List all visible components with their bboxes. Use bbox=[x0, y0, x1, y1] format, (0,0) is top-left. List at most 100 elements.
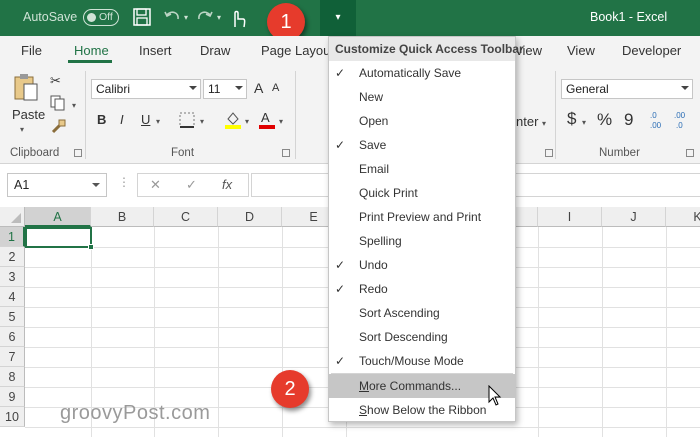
menu-item-print-preview[interactable]: Print Preview and Print bbox=[329, 205, 515, 229]
check-icon: ✓ bbox=[335, 282, 346, 296]
number-group-label: Number bbox=[599, 147, 640, 159]
row-header-7[interactable]: 7 bbox=[0, 347, 25, 367]
decrease-decimal-icon[interactable]: .00.0 bbox=[674, 110, 692, 133]
font-color-dropdown-icon[interactable]: ▾ bbox=[279, 117, 283, 126]
menu-item-email[interactable]: Email bbox=[329, 157, 515, 181]
font-launcher-icon[interactable] bbox=[282, 149, 290, 157]
menu-item-label: Print Preview and Print bbox=[359, 210, 482, 224]
check-icon: ✓ bbox=[335, 66, 346, 80]
bold-button[interactable]: B bbox=[97, 112, 106, 127]
borders-icon[interactable] bbox=[178, 111, 196, 132]
name-box[interactable]: A1 bbox=[7, 173, 107, 197]
menu-item-label: New bbox=[359, 90, 384, 104]
check-icon: ✓ bbox=[335, 258, 346, 272]
menu-item-spelling[interactable]: Spelling bbox=[329, 229, 515, 253]
menu-item-touch-mouse-mode[interactable]: ✓ Touch/Mouse Mode bbox=[329, 349, 515, 373]
format-painter-icon[interactable] bbox=[50, 119, 66, 138]
currency-button[interactable]: $ bbox=[567, 109, 576, 129]
row-header-4[interactable]: 4 bbox=[0, 287, 25, 307]
group-separator bbox=[85, 71, 86, 159]
underline-dropdown-icon[interactable]: ▾ bbox=[156, 117, 160, 126]
column-header-b[interactable]: B bbox=[91, 207, 154, 227]
copy-dropdown-icon[interactable]: ▾ bbox=[72, 101, 76, 110]
fill-color-dropdown-icon[interactable]: ▾ bbox=[245, 117, 249, 126]
redo-icon[interactable] bbox=[195, 7, 215, 29]
tab-view[interactable]: View bbox=[567, 43, 595, 58]
menu-item-open[interactable]: Open bbox=[329, 109, 515, 133]
customize-qat-button[interactable]: ▾ bbox=[320, 0, 356, 36]
paste-dropdown-icon[interactable]: ▾ bbox=[20, 125, 24, 134]
italic-button[interactable]: I bbox=[120, 112, 124, 127]
row-header-9[interactable]: 9 bbox=[0, 387, 25, 407]
column-header-j[interactable]: J bbox=[602, 207, 666, 227]
row-header-5[interactable]: 5 bbox=[0, 307, 25, 327]
name-box-value: A1 bbox=[14, 178, 30, 192]
font-color-icon[interactable]: A bbox=[258, 109, 276, 132]
fill-color-icon[interactable] bbox=[224, 109, 242, 132]
font-group-label: Font bbox=[171, 147, 195, 159]
clipboard-launcher-icon[interactable] bbox=[74, 149, 82, 157]
undo-dropdown-icon[interactable]: ▾ bbox=[184, 13, 188, 22]
row-header-8[interactable]: 8 bbox=[0, 367, 25, 387]
row-header-3[interactable]: 3 bbox=[0, 267, 25, 287]
menu-item-new[interactable]: New bbox=[329, 85, 515, 109]
enter-icon[interactable]: ✓ bbox=[186, 177, 197, 193]
column-header-d[interactable]: D bbox=[218, 207, 282, 227]
increase-font-icon[interactable]: A bbox=[254, 80, 263, 96]
menu-item-automatically-save[interactable]: ✓ Automatically Save bbox=[329, 61, 515, 85]
number-launcher-icon[interactable] bbox=[686, 149, 694, 157]
paste-icon[interactable] bbox=[13, 73, 39, 106]
menu-item-quick-print[interactable]: Quick Print bbox=[329, 181, 515, 205]
decrease-font-icon[interactable]: A bbox=[272, 82, 279, 94]
row-header-2[interactable]: 2 bbox=[0, 247, 25, 267]
cancel-icon[interactable]: ✕ bbox=[150, 177, 161, 193]
tab-developer[interactable]: Developer bbox=[622, 43, 681, 58]
tab-page-layout[interactable]: Page Layou bbox=[261, 43, 330, 58]
currency-dropdown-icon[interactable]: ▾ bbox=[582, 118, 586, 127]
column-header-k[interactable]: K bbox=[666, 207, 700, 227]
menu-item-undo[interactable]: ✓ Undo bbox=[329, 253, 515, 277]
menu-item-redo[interactable]: ✓ Redo bbox=[329, 277, 515, 301]
menu-item-label: Show Below the Ribbon bbox=[359, 403, 487, 417]
number-format-combo[interactable]: General bbox=[561, 79, 693, 99]
select-all-button[interactable] bbox=[0, 207, 25, 227]
touch-mode-icon[interactable] bbox=[228, 7, 248, 29]
menu-item-save[interactable]: ✓ Save bbox=[329, 133, 515, 157]
fill-handle[interactable] bbox=[88, 244, 94, 250]
row-header-1[interactable]: 1 bbox=[0, 227, 25, 247]
comma-button[interactable]: 9 bbox=[624, 110, 633, 130]
merge-center-label[interactable]: nter bbox=[516, 114, 538, 129]
percent-button[interactable]: % bbox=[597, 110, 612, 130]
row-header-6[interactable]: 6 bbox=[0, 327, 25, 347]
merge-dropdown-icon[interactable]: ▾ bbox=[542, 119, 546, 128]
borders-dropdown-icon[interactable]: ▾ bbox=[200, 117, 204, 126]
copy-icon[interactable] bbox=[50, 95, 68, 114]
column-header-i[interactable]: I bbox=[538, 207, 602, 227]
menu-item-sort-ascending[interactable]: Sort Ascending bbox=[329, 301, 515, 325]
tab-draw[interactable]: Draw bbox=[200, 43, 230, 58]
cut-icon[interactable]: ✂ bbox=[50, 73, 61, 89]
tab-insert[interactable]: Insert bbox=[139, 43, 172, 58]
column-header-a[interactable]: A bbox=[25, 207, 91, 227]
insert-function-icon[interactable]: fx bbox=[222, 177, 232, 192]
tab-home[interactable]: Home bbox=[74, 43, 109, 58]
svg-text:.00: .00 bbox=[674, 111, 686, 120]
font-size-combo[interactable]: 11 bbox=[203, 79, 247, 99]
save-icon[interactable] bbox=[132, 7, 152, 29]
svg-text:.00: .00 bbox=[650, 121, 662, 130]
alignment-launcher-icon[interactable] bbox=[545, 149, 553, 157]
increase-decimal-icon[interactable]: .0.00 bbox=[650, 110, 668, 133]
tab-file[interactable]: File bbox=[21, 43, 42, 58]
font-name-combo[interactable]: Calibri bbox=[91, 79, 201, 99]
row-header-10[interactable]: 10 bbox=[0, 407, 25, 427]
redo-dropdown-icon[interactable]: ▾ bbox=[217, 13, 221, 22]
formula-bar-grip-icon[interactable]: ⋮ bbox=[118, 175, 130, 189]
column-header-c[interactable]: C bbox=[154, 207, 218, 227]
active-cell-a1[interactable] bbox=[25, 227, 92, 248]
underline-button[interactable]: U bbox=[141, 112, 150, 127]
menu-item-sort-descending[interactable]: Sort Descending bbox=[329, 325, 515, 349]
menu-item-label: Automatically Save bbox=[359, 66, 462, 80]
autosave-toggle[interactable]: Off bbox=[83, 9, 119, 26]
paste-label[interactable]: Paste bbox=[12, 107, 45, 122]
undo-icon[interactable] bbox=[162, 7, 182, 29]
